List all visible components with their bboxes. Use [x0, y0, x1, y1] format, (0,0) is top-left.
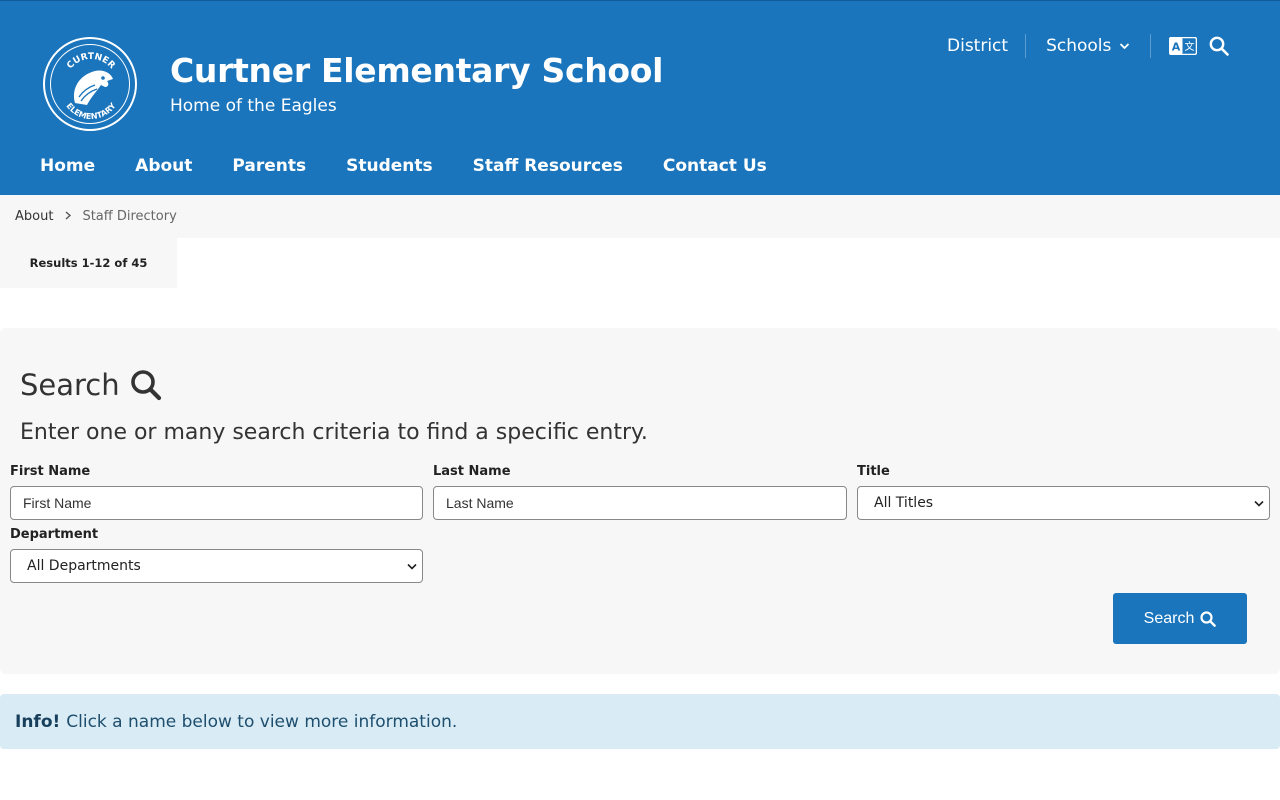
translate-icon[interactable]: A 文 — [1165, 34, 1201, 58]
last-name-label: Last Name — [433, 464, 511, 479]
site-header: CURTNER ELEMENTARY Curtner Elementary Sc… — [0, 0, 1280, 195]
title-select-value: All Titles — [874, 495, 934, 511]
results-count: Results 1-12 of 45 — [0, 238, 177, 288]
department-select[interactable]: All Departments — [10, 549, 423, 583]
department-label: Department — [10, 527, 99, 542]
last-name-input[interactable] — [433, 486, 847, 520]
utility-divider — [1150, 34, 1152, 58]
chevron-down-icon — [407, 563, 417, 570]
nav-item-contact-us[interactable]: Contact Us — [643, 156, 787, 176]
breadcrumb: About Staff Directory — [0, 195, 1280, 238]
school-tagline: Home of the Eagles — [170, 96, 337, 116]
search-icon — [130, 370, 161, 401]
svg-text:文: 文 — [1185, 40, 1195, 53]
svg-text:ELEMENTARY: ELEMENTARY — [64, 101, 117, 121]
district-link[interactable]: District — [930, 36, 1025, 56]
first-name-input[interactable] — [10, 486, 423, 520]
eagle-icon: CURTNER ELEMENTARY — [64, 52, 117, 121]
nav-item-about[interactable]: About — [115, 156, 212, 176]
search-button[interactable]: Search — [1113, 593, 1247, 644]
search-heading-text: Search — [20, 368, 120, 402]
chevron-right-icon — [65, 210, 72, 223]
first-name-label: First Name — [10, 464, 91, 479]
nav-item-home[interactable]: Home — [20, 156, 115, 176]
search-icon[interactable] — [1201, 34, 1237, 58]
nav-item-students[interactable]: Students — [326, 156, 453, 176]
eagle-emblem: CURTNER ELEMENTARY — [50, 44, 130, 124]
chevron-down-icon — [1254, 500, 1264, 507]
search-icon — [1200, 610, 1217, 627]
svg-text:A: A — [1172, 41, 1181, 54]
info-alert-strong: Info! — [15, 711, 61, 732]
main-nav: Home About Parents Students Staff Resour… — [20, 156, 787, 176]
department-select-value: All Departments — [27, 558, 141, 574]
search-button-label: Search — [1143, 609, 1195, 627]
school-name[interactable]: Curtner Elementary School — [170, 51, 664, 90]
info-alert: Info! Click a name below to view more in… — [0, 694, 1280, 749]
nav-item-parents[interactable]: Parents — [212, 156, 326, 176]
info-alert-text: Click a name below to view more informat… — [66, 711, 458, 732]
school-logo[interactable]: CURTNER ELEMENTARY — [43, 37, 137, 131]
schools-label: Schools — [1046, 36, 1112, 56]
search-description: Enter one or many search criteria to fin… — [20, 420, 648, 445]
search-heading: Search — [20, 368, 162, 402]
chevron-down-icon — [1120, 43, 1130, 50]
svg-text:CURTNER: CURTNER — [65, 52, 116, 71]
nav-item-staff-resources[interactable]: Staff Resources — [453, 156, 643, 176]
logo-text-top: CURTNER — [65, 52, 116, 71]
schools-dropdown[interactable]: Schools — [1026, 36, 1150, 56]
title-select[interactable]: All Titles — [857, 486, 1270, 520]
utility-nav: District Schools A 文 — [930, 34, 1237, 58]
search-panel: Search Enter one or many search criteria… — [0, 328, 1280, 674]
logo-text-bottom: ELEMENTARY — [64, 101, 117, 121]
title-label: Title — [857, 464, 890, 479]
breadcrumb-current: Staff Directory — [82, 209, 177, 224]
breadcrumb-about[interactable]: About — [15, 209, 53, 224]
